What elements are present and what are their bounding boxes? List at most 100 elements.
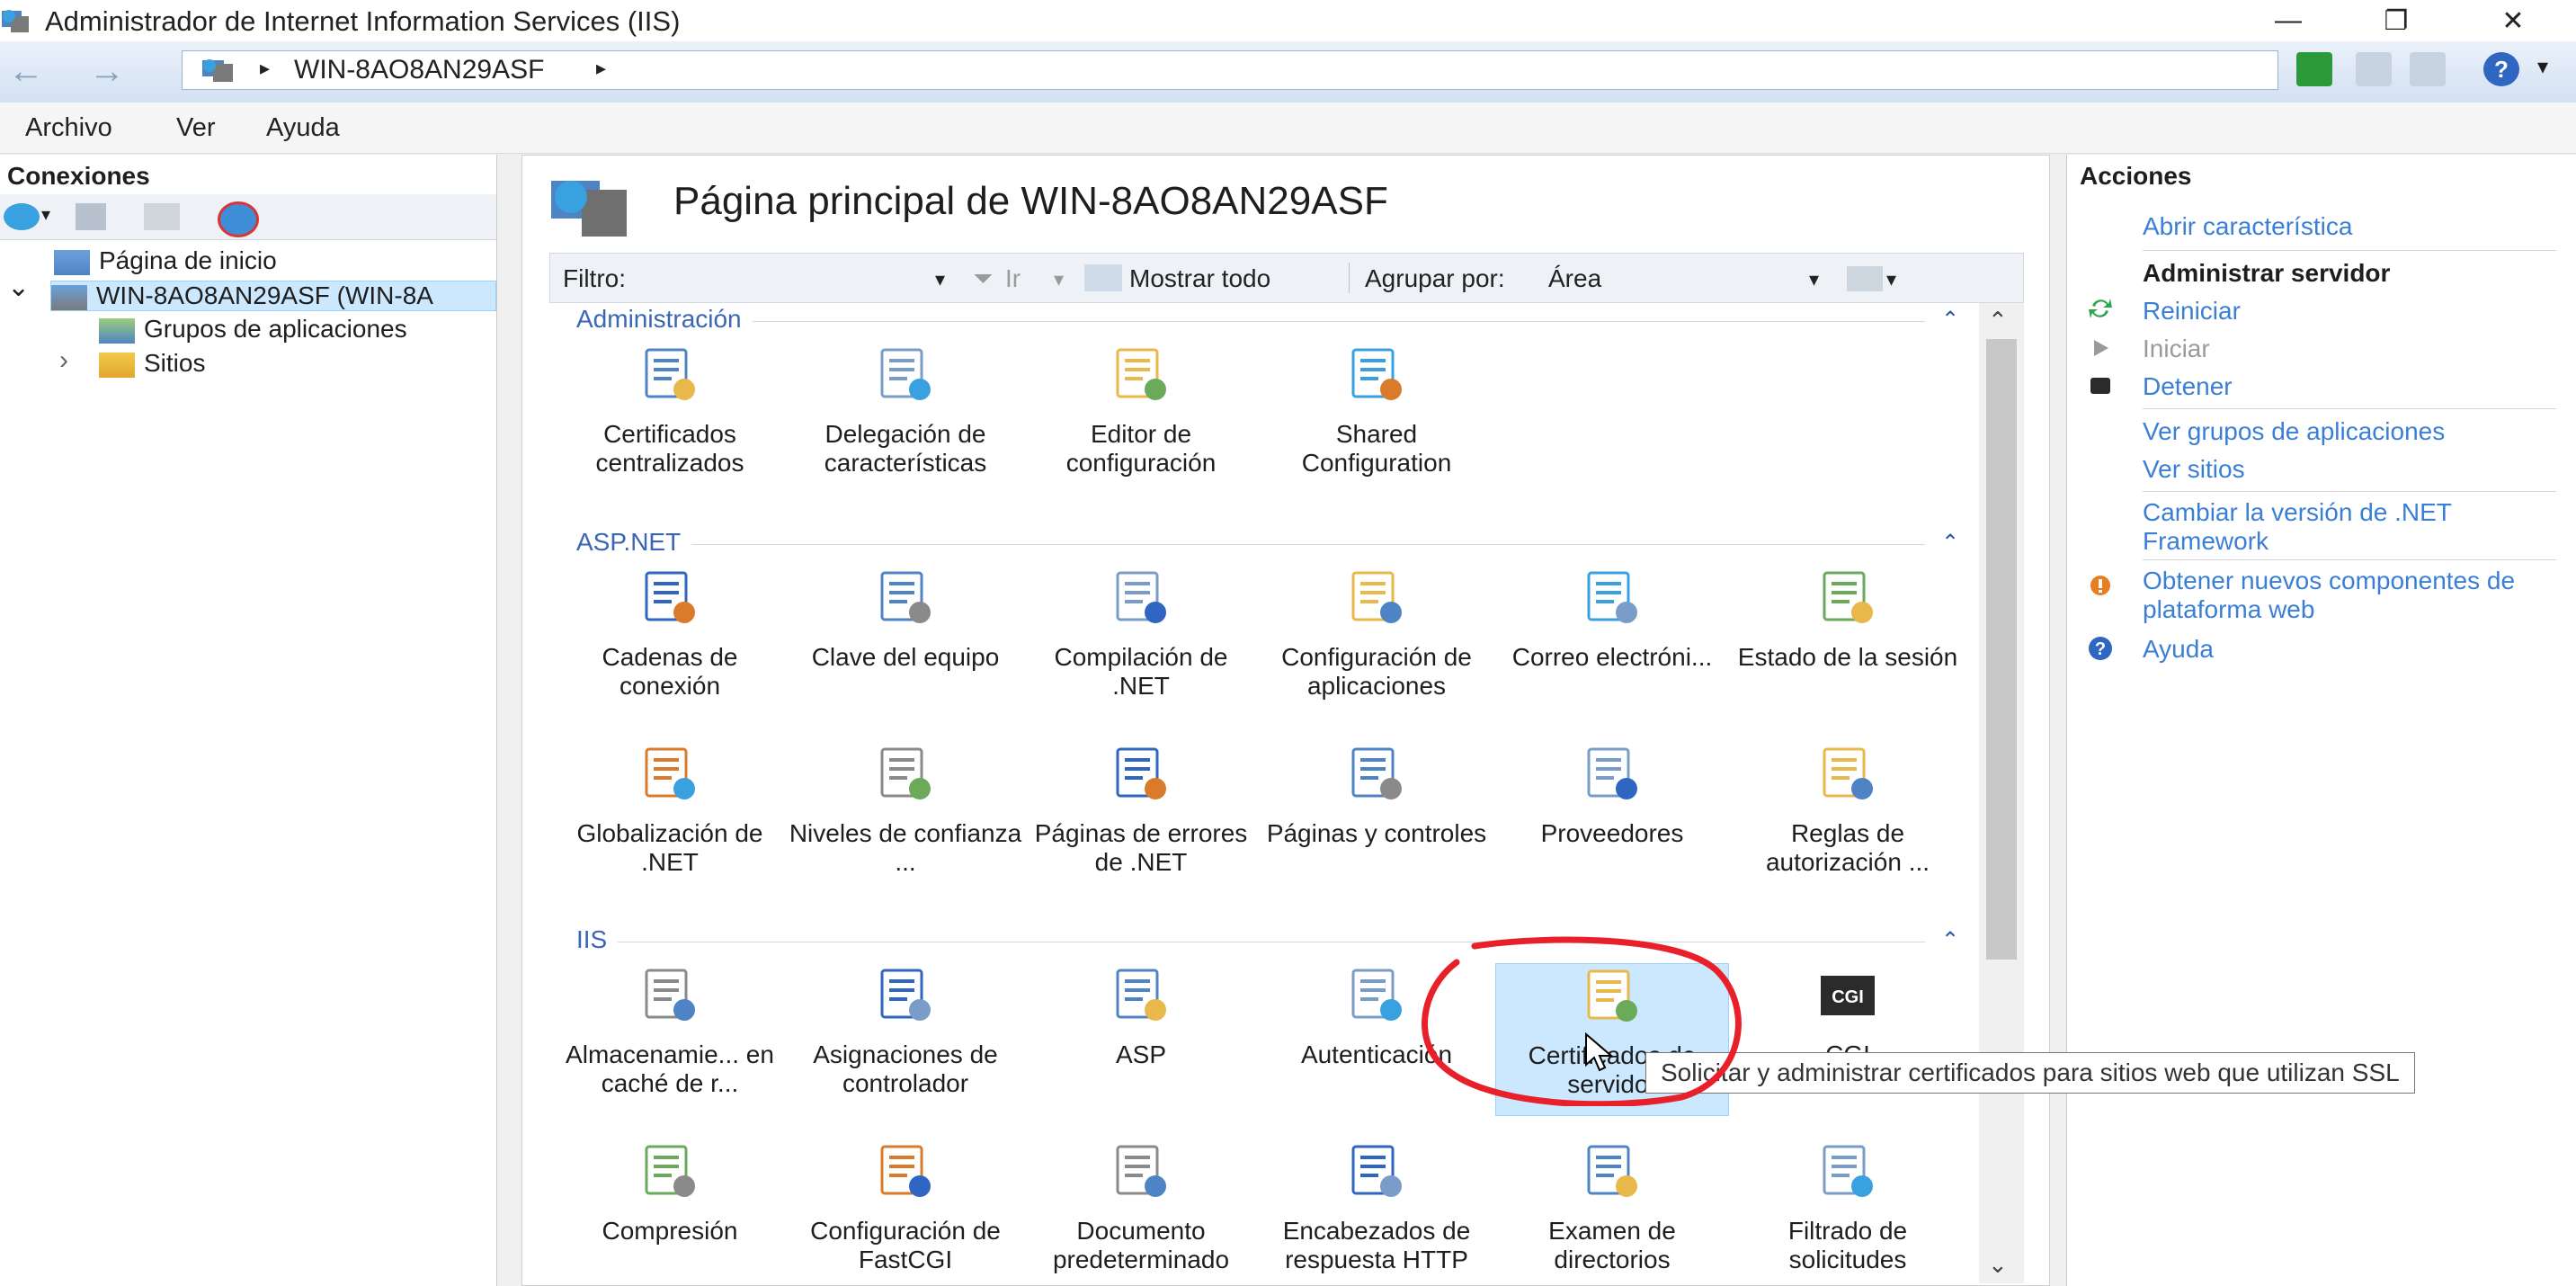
disconnect-icon[interactable]	[218, 201, 259, 237]
connect-icon[interactable]	[4, 203, 40, 230]
feature-label: Almacenamie... en caché de r...	[566, 1040, 774, 1097]
action-help[interactable]: Ayuda	[2143, 635, 2565, 664]
feature-item[interactable]: Almacenamie... en caché de r...	[553, 963, 787, 1116]
action-view-app-pools[interactable]: Ver grupos de aplicaciones	[2143, 417, 2565, 446]
feature-item[interactable]: Correo electróni...	[1495, 566, 1729, 719]
feature-item[interactable]: Niveles de confianza ...	[789, 742, 1022, 895]
feature-item[interactable]: Configuración de FastCGI	[789, 1139, 1022, 1283]
group-by-dropdown-icon[interactable]: ▾	[1809, 268, 1819, 291]
tree-item-server[interactable]: WIN-8AO8AN29ASF (WIN-8A	[50, 281, 496, 311]
feature-item[interactable]: Proveedores	[1495, 742, 1729, 895]
filter-input[interactable]	[649, 261, 923, 297]
menu-ayuda[interactable]: Ayuda	[266, 113, 340, 143]
collapse-section-icon[interactable]: ⌃	[1941, 927, 1959, 953]
collapse-section-icon[interactable]: ⌃	[1941, 307, 1959, 333]
feature-label: Examen de directorios	[1548, 1217, 1676, 1273]
feature-label: Delegación de características	[824, 420, 987, 477]
home-icon[interactable]	[2410, 52, 2446, 86]
feature-item[interactable]: Certificados centralizados	[553, 343, 787, 496]
feature-item[interactable]: Reglas de autorización ...	[1731, 742, 1965, 895]
feature-item[interactable]: Examen de directorios	[1495, 1139, 1729, 1283]
feature-item[interactable]: Shared Configuration	[1260, 343, 1493, 496]
group-by-select[interactable]: Área	[1548, 264, 1601, 293]
action-restart[interactable]: Reiniciar	[2143, 297, 2565, 326]
feature-item[interactable]: Compresión	[553, 1139, 787, 1283]
action-open-feature[interactable]: Abrir característica	[2143, 212, 2565, 241]
feature-label: Editor de configuración	[1065, 420, 1217, 477]
address-box[interactable]: ▸ WIN-8AO8AN29ASF ▸	[182, 50, 2278, 90]
providers-icon	[1580, 742, 1645, 807]
menu-ver[interactable]: Ver	[176, 113, 216, 143]
address-bar: ← → ▸ WIN-8AO8AN29ASF ▸ ? ▾	[0, 41, 2576, 103]
feature-item[interactable]: Encabezados de respuesta HTTP	[1260, 1139, 1493, 1283]
connect-dropdown-icon[interactable]: ▾	[41, 203, 50, 226]
feature-item[interactable]: Estado de la sesión	[1731, 566, 1965, 719]
breadcrumb-separator-end[interactable]: ▸	[596, 57, 606, 80]
tree-item-app-pools[interactable]: Grupos de aplicaciones	[99, 315, 407, 344]
vertical-scrollbar[interactable]: ⌃ ⌄	[1979, 303, 2024, 1283]
show-all-button[interactable]: Mostrar todo	[1129, 264, 1270, 293]
go-button[interactable]: Ir	[1005, 264, 1021, 293]
help-dropdown-icon[interactable]: ▾	[2537, 54, 2548, 80]
feature-label: Proveedores	[1540, 819, 1684, 847]
scroll-down-icon[interactable]: ⌄	[1988, 1251, 2008, 1279]
collapse-icon[interactable]: ⌄	[7, 272, 30, 303]
menu-archivo[interactable]: Archivo	[25, 113, 112, 143]
feature-item[interactable]: Editor de configuración	[1024, 343, 1258, 496]
server-large-icon	[551, 181, 627, 237]
feature-item[interactable]: Páginas y controles	[1260, 742, 1493, 895]
directory-browsing-icon	[1580, 1139, 1645, 1204]
action-view-sites[interactable]: Ver sitios	[2143, 455, 2565, 484]
cgi-icon: CGI	[1815, 963, 1880, 1028]
feature-item[interactable]: Cadenas de conexión	[553, 566, 787, 719]
page-title: Página principal de WIN-8AO8AN29ASF	[673, 179, 1388, 223]
refresh-icon[interactable]	[2296, 52, 2332, 86]
section-header: Administración	[576, 305, 753, 334]
view-mode-icon[interactable]	[1847, 266, 1883, 291]
save-icon[interactable]	[76, 203, 106, 230]
help-icon[interactable]: ?	[2483, 52, 2519, 86]
action-stop[interactable]: Detener	[2143, 372, 2565, 401]
expand-icon[interactable]: ›	[59, 345, 68, 376]
action-start[interactable]: Iniciar	[2143, 335, 2565, 363]
feature-item[interactable]: Compilación de .NET	[1024, 566, 1258, 719]
feature-label: Clave del equipo	[811, 643, 1000, 671]
actions-header: Acciones	[2080, 162, 2192, 190]
feature-section: ASP.NET ⌃	[549, 526, 1979, 557]
feature-item[interactable]: Clave del equipo	[789, 566, 1022, 719]
feature-label: Filtrado de solicitudes	[1787, 1217, 1908, 1273]
feature-item[interactable]: Configuración de aplicaciones	[1260, 566, 1493, 719]
filter-dropdown-icon[interactable]: ▾	[935, 268, 945, 291]
feature-item[interactable]: ASP	[1024, 963, 1258, 1116]
back-button[interactable]: ←	[5, 51, 47, 91]
collapse-section-icon[interactable]: ⌃	[1941, 530, 1959, 556]
tree-item-start-page[interactable]: Página de inicio	[54, 246, 277, 275]
scroll-thumb[interactable]	[1986, 339, 2017, 960]
default-document-icon	[1109, 1139, 1173, 1204]
go-filter-icon[interactable]: ⏷	[973, 264, 993, 294]
output-caching-icon	[637, 963, 702, 1028]
go-dropdown-icon[interactable]: ▾	[1054, 268, 1064, 291]
trust-levels-icon	[873, 742, 938, 807]
feature-item[interactable]: Documento predeterminado	[1024, 1139, 1258, 1283]
breadcrumb-separator[interactable]: ▸	[260, 57, 270, 80]
tree-item-sites[interactable]: Sitios	[99, 349, 205, 378]
minimize-button[interactable]: —	[2248, 0, 2329, 41]
maximize-button[interactable]: ❐	[2356, 0, 2437, 41]
up-level-icon[interactable]	[144, 203, 180, 230]
feature-item[interactable]: Globalización de .NET	[553, 742, 787, 895]
scroll-up-icon[interactable]: ⌃	[1988, 307, 2008, 335]
filter-divider	[1349, 263, 1350, 293]
feature-item[interactable]: Asignaciones de controlador	[789, 963, 1022, 1116]
feature-item[interactable]: Páginas de errores de .NET	[1024, 742, 1258, 895]
action-get-components[interactable]: Obtener nuevos componentes de plataforma…	[2143, 567, 2565, 624]
breadcrumb-server[interactable]: WIN-8AO8AN29ASF	[294, 55, 544, 85]
feature-item[interactable]: Filtrado de solicitudes	[1731, 1139, 1965, 1283]
close-button[interactable]: ✕	[2473, 0, 2554, 41]
group-by-label: Agrupar por:	[1365, 264, 1505, 292]
stop-icon[interactable]	[2356, 52, 2392, 86]
feature-item[interactable]: Delegación de características	[789, 343, 1022, 496]
action-change-net-version[interactable]: Cambiar la versión de .NET Framework	[2143, 498, 2565, 556]
view-mode-dropdown-icon[interactable]: ▾	[1886, 268, 1896, 291]
forward-button[interactable]: →	[86, 51, 128, 91]
